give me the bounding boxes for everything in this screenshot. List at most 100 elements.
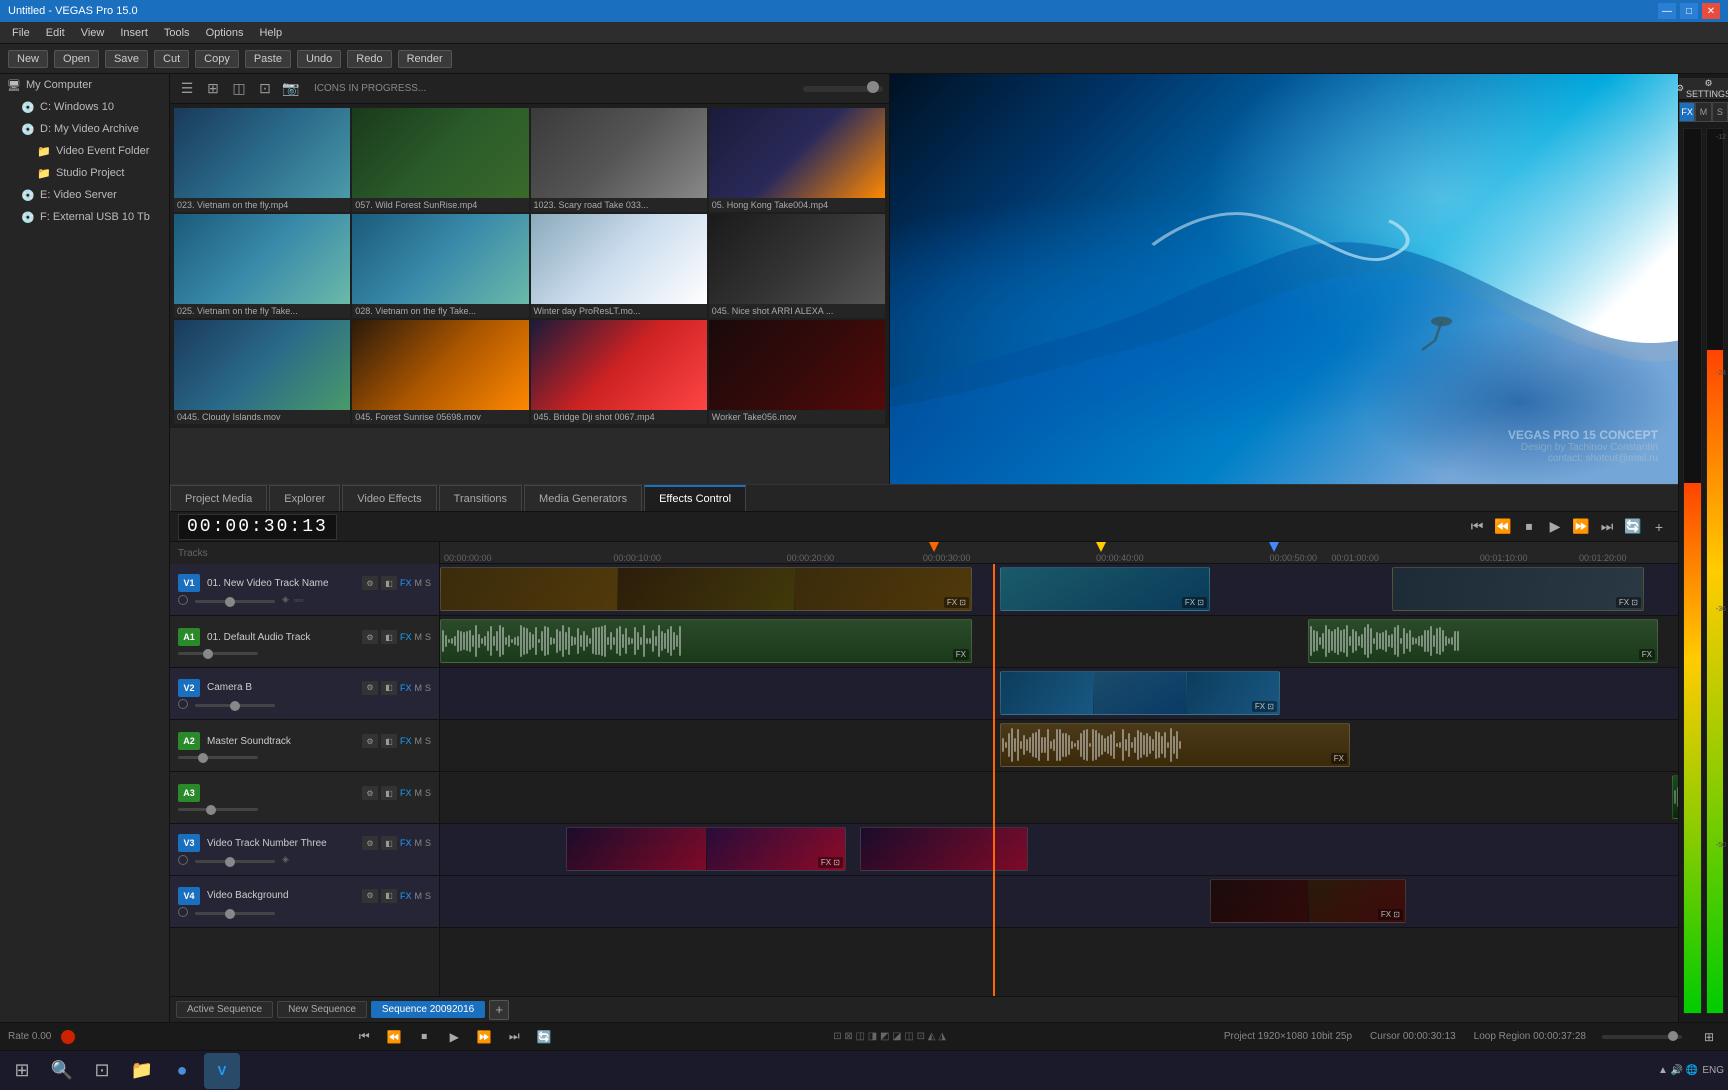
- timeline-rewind-btn[interactable]: ⏪: [1492, 516, 1514, 538]
- file-explorer-button[interactable]: 📁: [124, 1053, 160, 1089]
- track-event-v3[interactable]: ◧: [381, 836, 397, 850]
- sequence-tab-active[interactable]: Active Sequence: [176, 1001, 273, 1018]
- media-grid-view-btn[interactable]: ⊞: [202, 78, 224, 100]
- tab-effects-control[interactable]: Effects Control: [644, 485, 746, 511]
- tab-explorer[interactable]: Explorer: [269, 485, 340, 511]
- media-thumb-7[interactable]: 045. Nice shot ARRI ALEXA ...: [709, 214, 885, 318]
- track-v3-fader-thumb[interactable]: [225, 857, 235, 867]
- track-fx-label-v4[interactable]: FX: [400, 891, 412, 901]
- media-zoom-slider-thumb[interactable]: [867, 81, 879, 93]
- settings-button[interactable]: ⚙ ⚙ SETTINGS: [1679, 78, 1728, 100]
- maximize-button[interactable]: □: [1680, 3, 1698, 19]
- track-event-v1[interactable]: ◧: [381, 576, 397, 590]
- track-m-label-v3[interactable]: M: [414, 838, 422, 848]
- status-loop-btn[interactable]: 🔄: [533, 1026, 555, 1048]
- track-a3-fader[interactable]: [178, 808, 258, 811]
- menu-view[interactable]: View: [73, 25, 113, 41]
- status-play-btn[interactable]: ▶: [443, 1026, 465, 1048]
- menu-options[interactable]: Options: [198, 25, 252, 41]
- track-v4-mute-dot[interactable]: [178, 907, 188, 917]
- status-prev-btn[interactable]: ⏮: [353, 1026, 375, 1048]
- zoom-slider-thumb[interactable]: [1668, 1031, 1678, 1041]
- save-button[interactable]: Save: [105, 50, 148, 68]
- track-fx-label-a3[interactable]: FX: [400, 788, 412, 798]
- search-button[interactable]: 🔍: [44, 1053, 80, 1089]
- track-m-label-v2[interactable]: M: [414, 683, 422, 693]
- track-settings-v2[interactable]: ⚙: [362, 681, 378, 695]
- status-stop-btn[interactable]: ⏹: [413, 1026, 435, 1048]
- tree-item-d[interactable]: 💿 D: My Video Archive: [0, 118, 169, 140]
- track-s-label-v3[interactable]: S: [425, 838, 431, 848]
- vu-tab-fx[interactable]: FX: [1679, 102, 1695, 122]
- timeline-stop-btn[interactable]: ⏹: [1518, 516, 1540, 538]
- sequence-add-btn[interactable]: +: [489, 1000, 509, 1020]
- track-s-label-v4[interactable]: S: [425, 891, 431, 901]
- track-s-label-v2[interactable]: S: [425, 683, 431, 693]
- minimize-button[interactable]: —: [1658, 3, 1676, 19]
- menu-help[interactable]: Help: [251, 25, 290, 41]
- redo-button[interactable]: Redo: [347, 50, 391, 68]
- track-v2-fader-thumb[interactable]: [230, 701, 240, 711]
- tree-item-e[interactable]: 💿 E: Video Server: [0, 184, 169, 206]
- track-a2-fader-thumb[interactable]: [198, 753, 208, 763]
- paste-button[interactable]: Paste: [245, 50, 291, 68]
- undo-button[interactable]: Undo: [297, 50, 341, 68]
- track-m-label-a1[interactable]: M: [414, 632, 422, 642]
- media-thumb-6[interactable]: Winter day ProResLT.mo...: [531, 214, 707, 318]
- timeline-loop-btn[interactable]: 🔄: [1622, 516, 1644, 538]
- timeline-add-btn[interactable]: +: [1648, 516, 1670, 538]
- vu-tab-s[interactable]: S: [1712, 102, 1728, 122]
- status-rewind-btn[interactable]: ⏪: [383, 1026, 405, 1048]
- sequence-tab-20092016[interactable]: Sequence 20092016: [371, 1001, 485, 1018]
- media-filter-btn[interactable]: ⊡: [254, 78, 276, 100]
- track-m-label-v4[interactable]: M: [414, 891, 422, 901]
- media-import-btn[interactable]: 📷: [280, 78, 302, 100]
- menu-tools[interactable]: Tools: [156, 25, 198, 41]
- track-v3-keyframe-icon[interactable]: ◈: [282, 854, 289, 865]
- tree-item-studio[interactable]: 📁 Studio Project: [0, 162, 169, 184]
- track-fx-label-v2[interactable]: FX: [400, 683, 412, 693]
- media-sort-btn[interactable]: ◫: [228, 78, 250, 100]
- media-thumb-2[interactable]: 1023. Scary road Take 033...: [531, 108, 707, 212]
- track-v3-fader[interactable]: [195, 860, 275, 863]
- status-next-btn[interactable]: ⏭: [503, 1026, 525, 1048]
- sequence-tab-new[interactable]: New Sequence: [277, 1001, 367, 1018]
- track-v4-fader[interactable]: [195, 912, 275, 915]
- clip-v1-2[interactable]: FX ⊡: [1000, 567, 1210, 611]
- tab-transitions[interactable]: Transitions: [439, 485, 522, 511]
- status-fwd-btn[interactable]: ⏩: [473, 1026, 495, 1048]
- track-fx-label-v3[interactable]: FX: [400, 838, 412, 848]
- clip-a3-1[interactable]: FX: [1672, 775, 1678, 819]
- track-a3-fader-thumb[interactable]: [206, 805, 216, 815]
- media-thumb-5[interactable]: 028. Vietnam on the fly Take...: [352, 214, 528, 318]
- track-settings-a1[interactable]: ⚙: [362, 630, 378, 644]
- track-settings-v1[interactable]: ⚙: [362, 576, 378, 590]
- track-s-label-a1[interactable]: S: [425, 632, 431, 642]
- clip-v1-3[interactable]: FX ⊡: [1392, 567, 1644, 611]
- clip-v3-2[interactable]: [860, 827, 1028, 871]
- track-settings-a2[interactable]: ⚙: [362, 734, 378, 748]
- cut-button[interactable]: Cut: [154, 50, 189, 68]
- timeline-play-btn[interactable]: ▶: [1544, 516, 1566, 538]
- track-event-v4[interactable]: ◧: [381, 889, 397, 903]
- tab-media-generators[interactable]: Media Generators: [524, 485, 642, 511]
- media-thumb-3[interactable]: 05. Hong Kong Take004.mp4: [709, 108, 885, 212]
- media-thumb-9[interactable]: 045. Forest Sunrise 05698.mov: [352, 320, 528, 424]
- media-thumb-11[interactable]: Worker Take056.mov: [709, 320, 885, 424]
- clip-v3-1[interactable]: FX ⊡: [566, 827, 846, 871]
- start-button[interactable]: ⊞: [4, 1053, 40, 1089]
- status-settings-btn[interactable]: ⊞: [1698, 1026, 1720, 1048]
- track-settings-v4[interactable]: ⚙: [362, 889, 378, 903]
- timeline-next-frame-btn[interactable]: ⏭: [1596, 516, 1618, 538]
- clip-a2-1[interactable]: FX: [1000, 723, 1350, 767]
- media-thumb-1[interactable]: 057. Wild Forest SunRise.mp4: [352, 108, 528, 212]
- track-m-label-v1[interactable]: M: [414, 578, 422, 588]
- clip-v1-1[interactable]: FX ⊡: [440, 567, 972, 611]
- track-v2-mute-dot[interactable]: [178, 699, 188, 709]
- track-a1-fader-thumb[interactable]: [203, 649, 213, 659]
- track-v1-fader-thumb[interactable]: [225, 597, 235, 607]
- clip-a1-1[interactable]: FX: [440, 619, 972, 663]
- track-event-a1[interactable]: ◧: [381, 630, 397, 644]
- open-button[interactable]: Open: [54, 50, 99, 68]
- media-thumb-0[interactable]: 023. Vietnam on the fly.mp4: [174, 108, 350, 212]
